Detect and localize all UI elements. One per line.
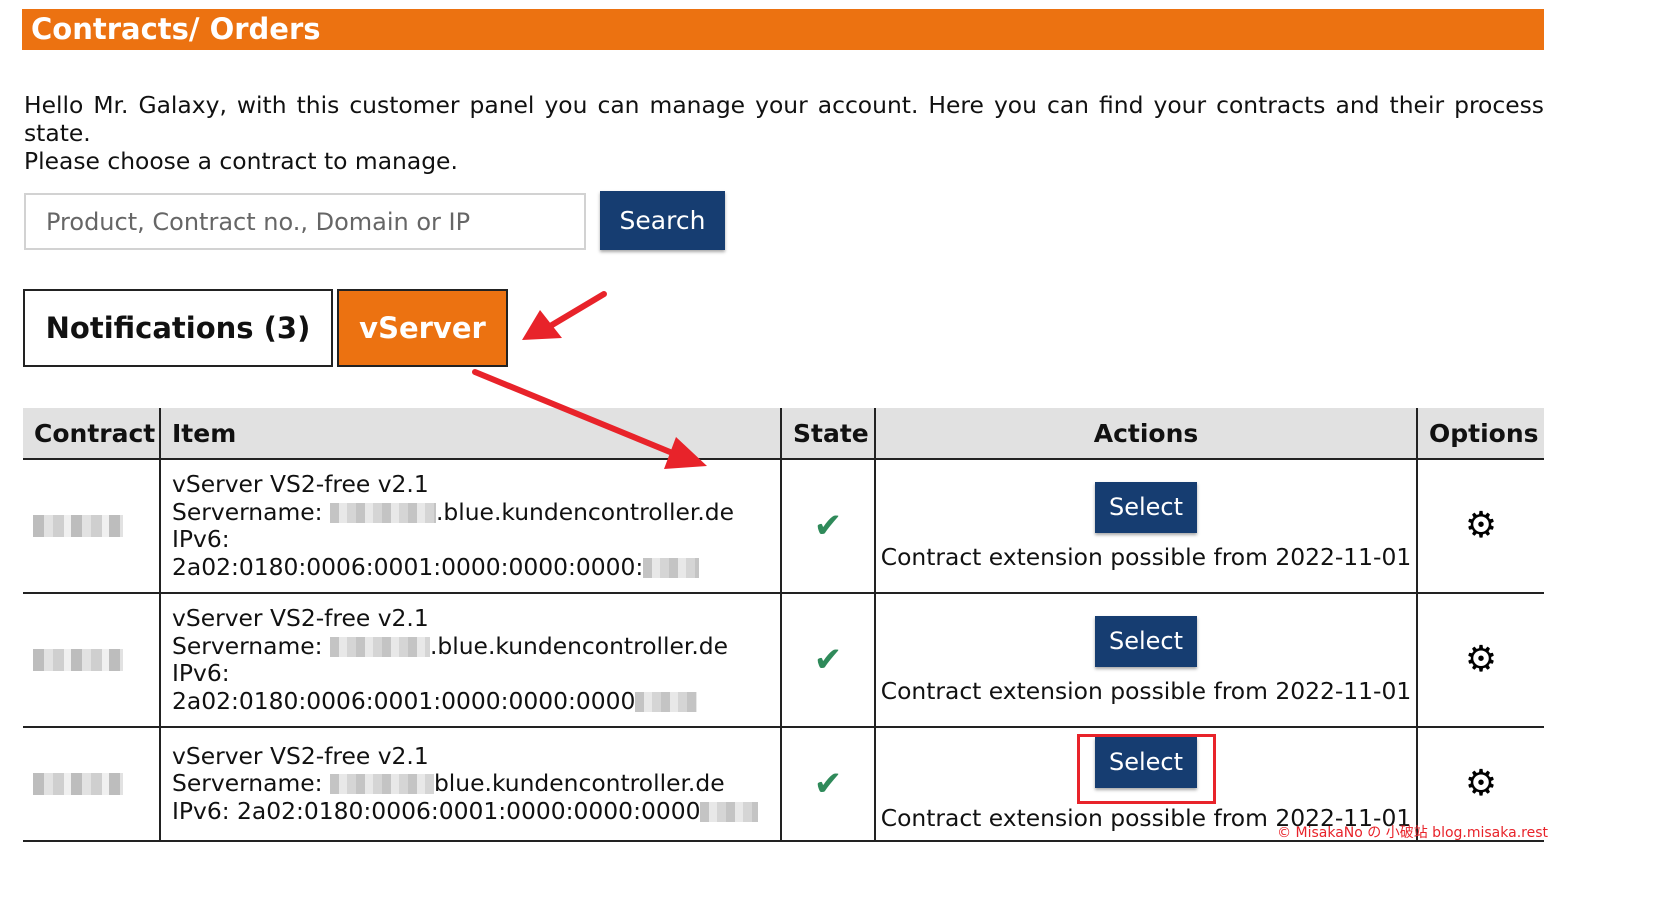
servername-suffix: .blue.kundencontroller.de xyxy=(429,631,729,660)
item-cell: vServer VS2-free v2.1 Servername: blue.k… xyxy=(159,727,781,842)
redacted-servername xyxy=(329,636,430,657)
servername-line: Servername: blue.kundencontroller.de xyxy=(172,770,780,798)
redacted-ipv6-suffix xyxy=(635,691,698,712)
checkmark-icon: ✔ xyxy=(813,640,843,680)
servername-line: Servername: .blue.kundencontroller.de xyxy=(172,497,780,527)
gear-icon[interactable]: ⚙ xyxy=(1465,639,1497,680)
intro-line-2: Please choose a contract to manage. xyxy=(24,147,458,175)
ipv6-line: 2a02:0180:0006:0001:0000:0000:0000: xyxy=(172,552,780,582)
contracts-table: Contract Item State Actions Options vSer… xyxy=(23,408,1544,842)
table-header-row: Contract Item State Actions Options xyxy=(23,408,1544,460)
extension-text: Contract extension possible from 2022-11… xyxy=(880,676,1412,705)
tab-notifications[interactable]: Notifications (3) xyxy=(23,289,333,367)
item-name: vServer VS2-free v2.1 xyxy=(172,604,429,632)
contract-cell xyxy=(23,593,160,728)
checkmark-icon: ✔ xyxy=(813,764,843,804)
ipv6-address: 2a02:0180:0006:0001:0000:0000:0000 xyxy=(172,686,636,715)
redacted-ipv6-suffix xyxy=(700,801,759,822)
intro-line-1: Hello Mr. Galaxy, with this customer pan… xyxy=(24,91,1544,147)
redacted-contract-number xyxy=(33,515,123,537)
state-cell: ✔ xyxy=(780,727,875,842)
ipv6-label: IPv6: xyxy=(172,525,230,553)
item-cell: vServer VS2-free v2.1 Servername: .blue.… xyxy=(159,459,781,594)
gear-icon[interactable]: ⚙ xyxy=(1465,505,1497,546)
servername-label: Servername: xyxy=(172,769,323,798)
state-cell: ✔ xyxy=(780,593,875,728)
header-item: Item xyxy=(159,408,781,460)
extension-text: Contract extension possible from 2022-11… xyxy=(880,542,1412,571)
redacted-contract-number xyxy=(33,649,123,671)
table-row: vServer VS2-free v2.1 Servername: .blue.… xyxy=(23,459,1544,594)
contract-cell xyxy=(23,459,160,594)
ipv6-address: 2a02:0180:0006:0001:0000:0000:0000: xyxy=(172,552,644,581)
watermark: © MisakaNo の 小破站 blog.misaka.rest xyxy=(1277,825,1548,841)
table-row: vServer VS2-free v2.1 Servername: .blue.… xyxy=(23,593,1544,728)
redacted-contract-number xyxy=(33,773,123,795)
servername-label: Servername: xyxy=(172,631,323,660)
page-title: Contracts/ Orders xyxy=(22,9,1544,50)
search-input[interactable] xyxy=(24,193,586,250)
options-cell: ⚙ xyxy=(1416,593,1544,728)
servername-label: Servername: xyxy=(172,497,323,526)
redacted-ipv6-suffix xyxy=(643,557,700,578)
ipv6-label: IPv6: xyxy=(172,659,230,687)
tab-vserver[interactable]: vServer xyxy=(337,289,508,367)
ipv6-address: IPv6: 2a02:0180:0006:0001:0000:0000:0000 xyxy=(172,796,701,825)
select-button[interactable]: Select xyxy=(1095,615,1197,667)
header-state: State xyxy=(780,408,875,460)
checkmark-icon: ✔ xyxy=(813,506,843,546)
options-cell: ⚙ xyxy=(1416,459,1544,594)
gear-icon[interactable]: ⚙ xyxy=(1465,763,1497,804)
search-button[interactable]: Search xyxy=(600,191,725,250)
item-cell: vServer VS2-free v2.1 Servername: .blue.… xyxy=(159,593,781,728)
servername-line: Servername: .blue.kundencontroller.de xyxy=(172,631,780,661)
header-actions: Actions xyxy=(874,408,1417,460)
annotation-arrow-tab xyxy=(522,291,607,340)
item-name: vServer VS2-free v2.1 xyxy=(172,470,429,498)
redacted-servername xyxy=(329,774,434,795)
actions-cell: Select Contract extension possible from … xyxy=(874,459,1417,594)
item-name: vServer VS2-free v2.1 xyxy=(172,741,429,770)
header-contract: Contract xyxy=(23,408,160,460)
intro-text: Hello Mr. Galaxy, with this customer pan… xyxy=(24,91,1544,175)
contract-cell xyxy=(23,727,160,842)
select-button[interactable]: Select xyxy=(1095,481,1197,533)
actions-cell: Select Contract extension possible from … xyxy=(874,593,1417,728)
servername-suffix: .blue.kundencontroller.de xyxy=(435,497,735,526)
servername-suffix: blue.kundencontroller.de xyxy=(433,769,725,798)
ipv6-line: IPv6: 2a02:0180:0006:0001:0000:0000:0000 xyxy=(172,796,780,826)
annotation-highlight-box xyxy=(1077,734,1216,804)
ipv6-line: 2a02:0180:0006:0001:0000:0000:0000 xyxy=(172,686,780,716)
header-options: Options xyxy=(1416,408,1544,460)
redacted-servername xyxy=(329,502,436,523)
state-cell: ✔ xyxy=(780,459,875,594)
